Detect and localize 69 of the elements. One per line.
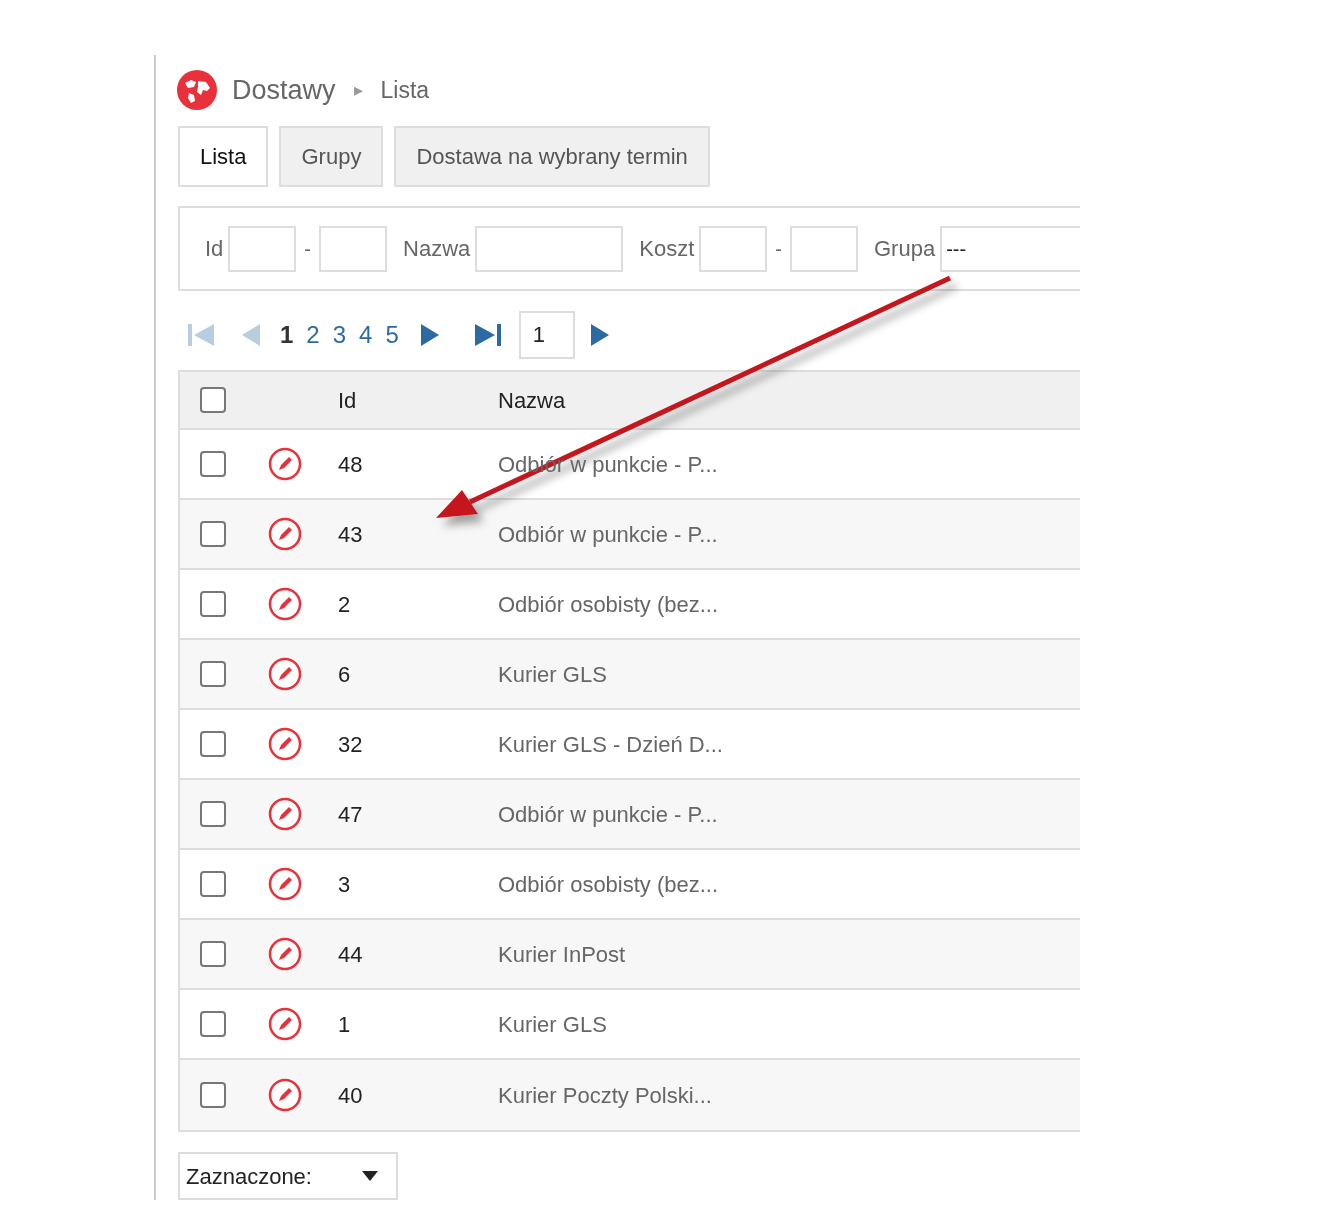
breadcrumb-section[interactable]: Dostawy [232, 69, 336, 111]
table-cell-text: 44 [338, 940, 364, 969]
page-link[interactable]: 2 [306, 317, 320, 353]
column-header[interactable]: Nazwa [498, 383, 566, 417]
table-cell-text: 1 [338, 1010, 352, 1039]
page-link[interactable]: 4 [359, 317, 373, 353]
tab[interactable]: Dostawa na wybrany termin [394, 126, 710, 187]
range-to-field[interactable] [319, 225, 388, 272]
edit-icon[interactable] [268, 447, 302, 481]
page-number-field[interactable]: 1 [518, 311, 575, 359]
group-select[interactable]: --- [940, 225, 1080, 272]
range-from-field[interactable] [228, 225, 297, 272]
page-link[interactable]: 3 [332, 317, 347, 353]
table-cell-text: Kurier GLS - Dzień D... [498, 730, 723, 759]
filter-label: Nazwa [403, 235, 471, 263]
filter-label: Grupa [874, 235, 936, 263]
table-cell-text: 47 [338, 800, 364, 829]
range-to-field[interactable] [790, 225, 858, 272]
name-field[interactable] [475, 225, 624, 272]
table-cell-text: Odbiór osobisty (bez... [498, 590, 719, 619]
edit-icon[interactable] [268, 517, 302, 551]
table-cell-text: 48 [338, 450, 364, 479]
checkbox[interactable] [200, 521, 226, 547]
table-cell-text: Kurier GLS [498, 660, 607, 689]
edit-icon[interactable] [268, 797, 302, 831]
table-cell-text: 6 [338, 660, 352, 689]
checkbox[interactable] [200, 871, 226, 897]
tab[interactable]: Lista [178, 126, 269, 187]
checkbox[interactable] [200, 591, 226, 617]
edit-icon[interactable] [268, 867, 302, 901]
page-link[interactable]: 5 [385, 317, 399, 353]
checkbox[interactable] [200, 941, 226, 967]
table-cell-text: 2 [338, 590, 352, 619]
dropdown-caret-icon [362, 1171, 378, 1181]
table-cell-text: 32 [338, 730, 364, 759]
table-cell-text: Kurier GLS [498, 1010, 607, 1039]
checkbox[interactable] [200, 1082, 226, 1108]
table-cell-text: Odbiór w punkcie - P... [498, 800, 718, 829]
table-cell-text: 43 [338, 520, 364, 549]
edit-icon[interactable] [268, 587, 302, 621]
checkbox[interactable] [200, 387, 226, 413]
edit-icon[interactable] [268, 727, 302, 761]
table-cell-text: Odbiór w punkcie - P... [498, 520, 718, 549]
range-separator: - [304, 236, 312, 262]
edit-icon[interactable] [268, 1007, 302, 1041]
breadcrumb-page: Lista [380, 75, 430, 105]
column-header[interactable]: Id [338, 383, 498, 417]
table-cell-text: Kurier Poczty Polski... [498, 1081, 712, 1110]
range-from-field[interactable] [699, 225, 768, 272]
table-cell-text: 3 [338, 870, 352, 899]
breadcrumb-separator: ▸ [353, 78, 363, 102]
checkbox[interactable] [200, 801, 226, 827]
edit-icon[interactable] [268, 657, 302, 691]
checkbox[interactable] [200, 731, 226, 757]
bulk-action-select[interactable]: Zaznaczone: [178, 1152, 398, 1200]
filter-label: Id [205, 235, 224, 263]
table-cell-text: 40 [338, 1081, 364, 1110]
checkbox[interactable] [200, 451, 226, 477]
edit-icon[interactable] [268, 1078, 302, 1112]
tab[interactable]: Grupy [279, 126, 384, 187]
checkbox[interactable] [200, 1011, 226, 1037]
range-separator: - [775, 236, 782, 262]
filter-label: Koszt [639, 235, 695, 263]
table-cell-text: Odbiór osobisty (bez... [498, 870, 719, 899]
table-cell-text: Kurier InPost [498, 940, 626, 969]
page-link[interactable]: 1 [280, 317, 294, 353]
edit-icon[interactable] [268, 937, 302, 971]
checkbox[interactable] [200, 661, 226, 687]
globe-logo-icon [176, 69, 218, 111]
